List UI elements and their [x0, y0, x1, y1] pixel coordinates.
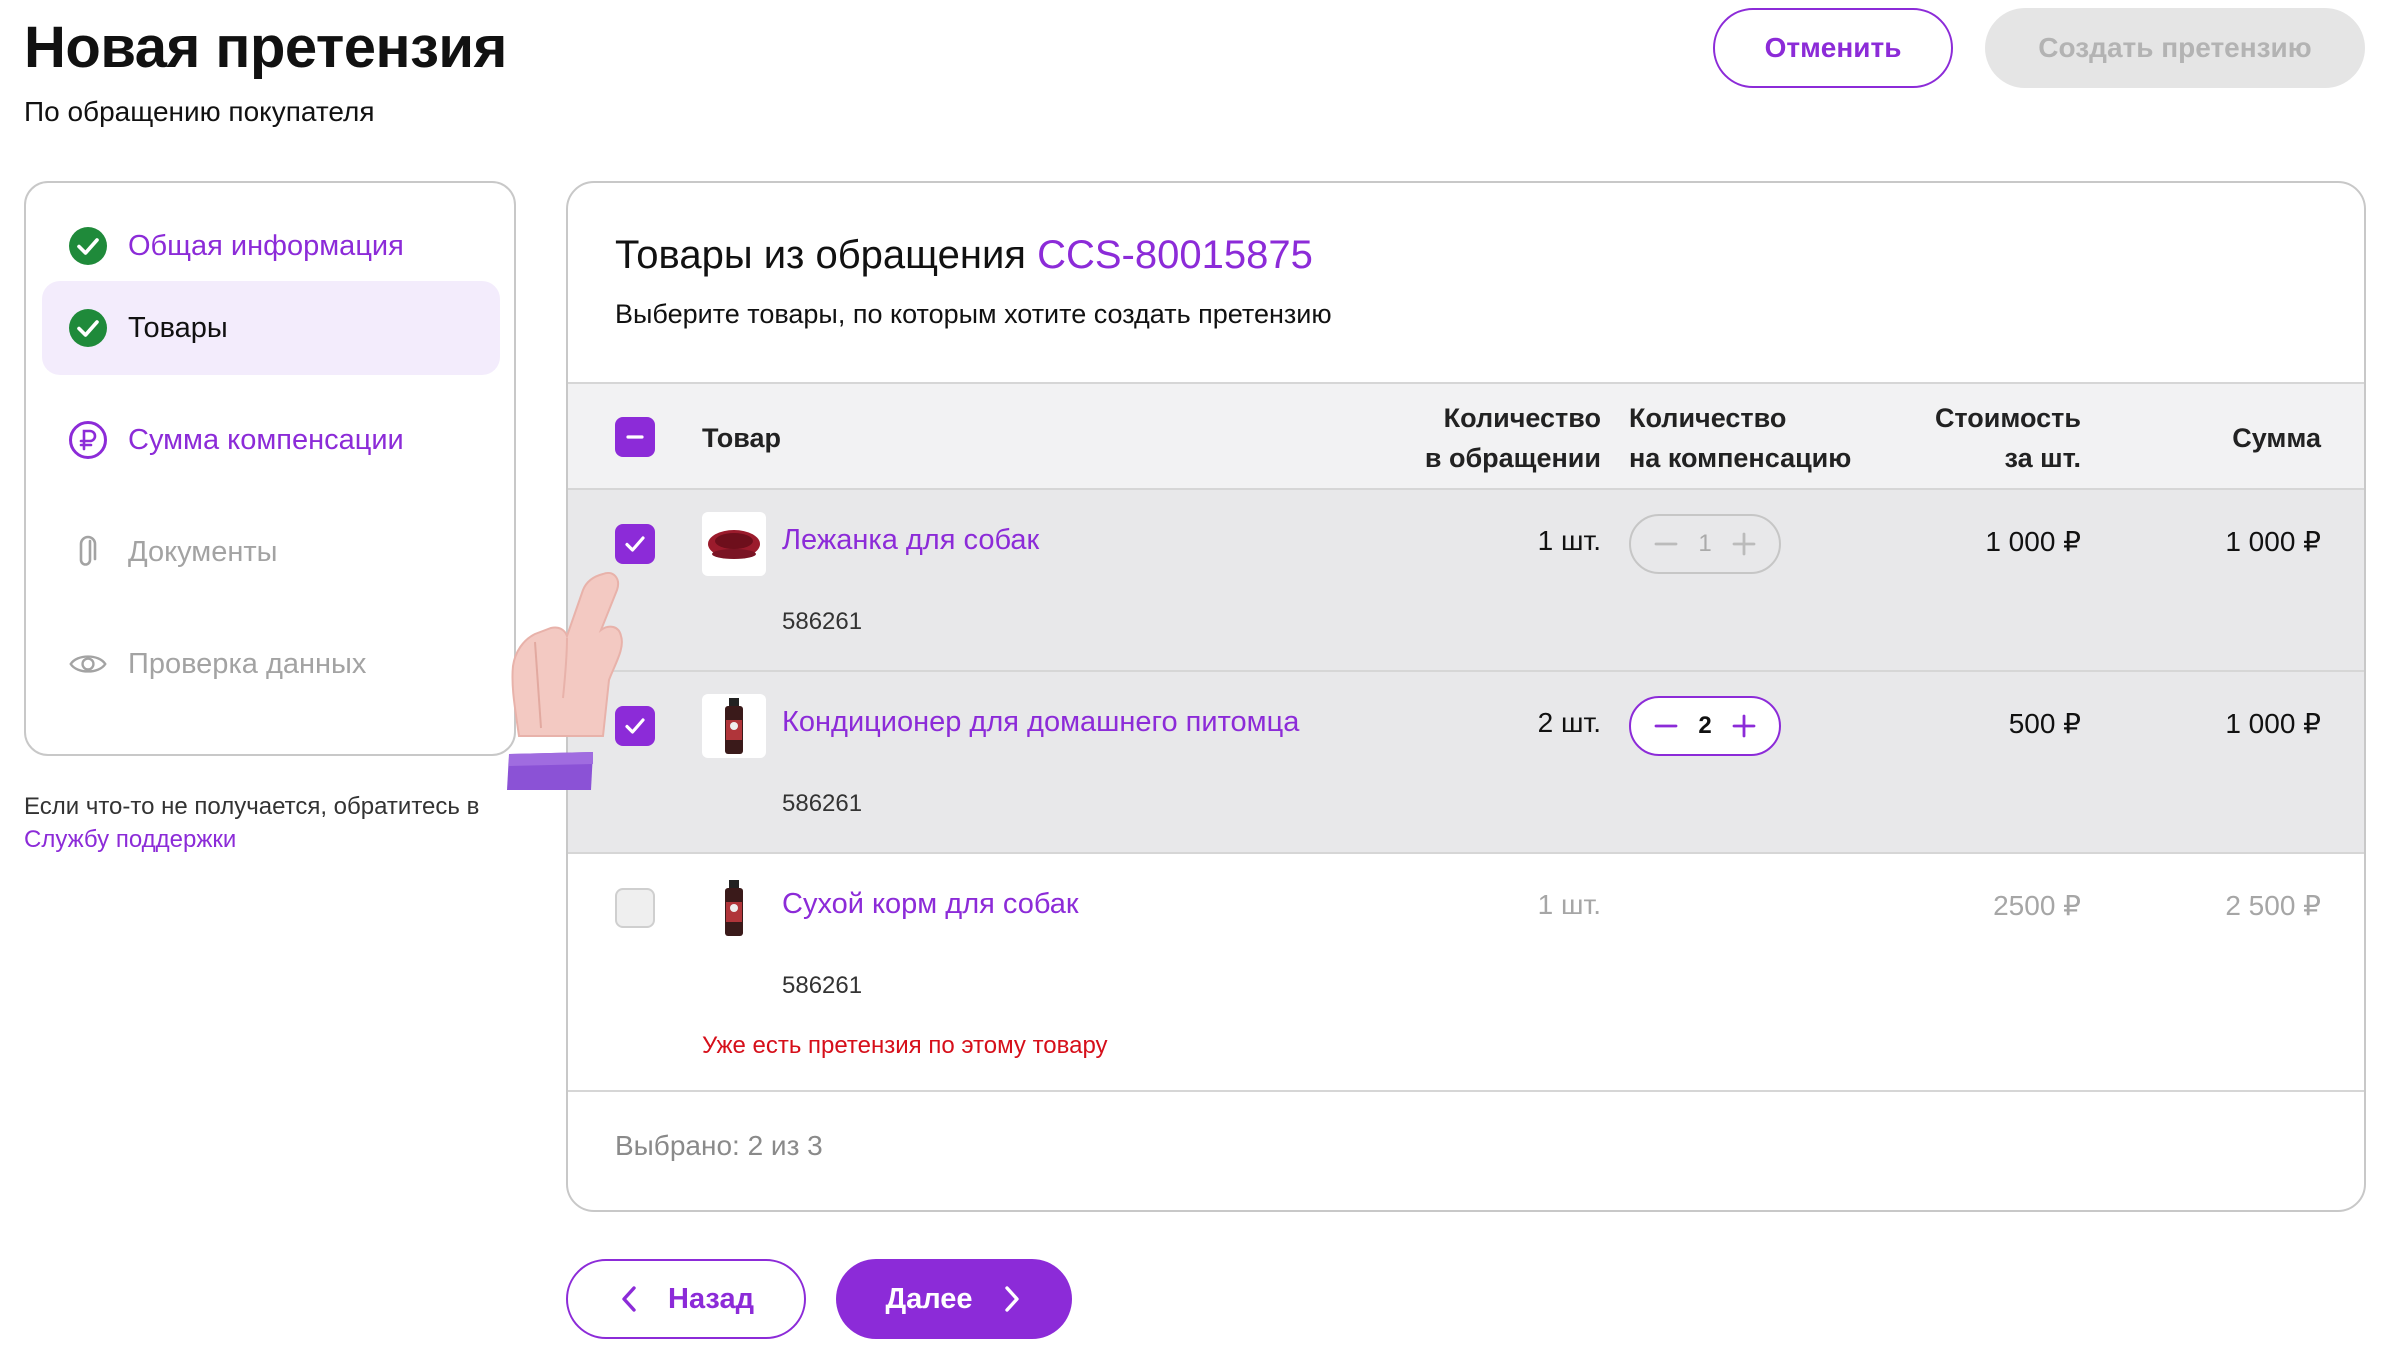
row-checkbox[interactable] [615, 706, 655, 746]
cancel-button[interactable]: Отменить [1713, 8, 1953, 88]
unit-price: 1 000 ₽ [1985, 526, 2081, 557]
step-documents: Документы [42, 505, 500, 599]
minus-icon [626, 435, 644, 439]
column-qty-request: Количество в обращении [1424, 403, 1601, 473]
row-sum: 1 000 ₽ [2225, 526, 2321, 557]
column-price: Стоимость за шт. [1934, 403, 2081, 473]
column-sum: Сумма [2232, 423, 2321, 453]
paperclip-icon [68, 532, 108, 572]
step-label: Общая информация [128, 229, 404, 262]
next-label: Далее [885, 1282, 973, 1315]
product-sku: 586261 [782, 608, 863, 635]
product-sku: 586261 [782, 972, 863, 999]
step-label: Проверка данных [128, 647, 367, 680]
check-circle-icon [68, 308, 108, 348]
ruble-circle-icon [68, 420, 108, 460]
check-icon [625, 536, 645, 552]
back-label: Назад [668, 1282, 754, 1315]
row-checkbox[interactable] [615, 524, 655, 564]
table-header: Товар Количество в обращении Количество … [568, 382, 2364, 490]
check-circle-icon [68, 226, 108, 266]
check-icon [625, 718, 645, 734]
select-all-checkbox[interactable] [615, 417, 655, 457]
selected-count: Выбрано: 2 из 3 [615, 1130, 823, 1161]
existing-claim-warning: Уже есть претензия по этому товару [702, 1032, 1108, 1059]
page-subtitle: По обращению покупателя [24, 96, 375, 127]
table-row: Лежанка для собак 586261 1 шт. 1 1 000 ₽… [568, 490, 2364, 672]
unit-price: 500 ₽ [2008, 708, 2081, 739]
stepper-value: 1 [1698, 530, 1712, 557]
product-sku: 586261 [782, 790, 863, 817]
step-compensation[interactable]: Сумма компенсации [42, 393, 500, 487]
stepper-value: 2 [1698, 712, 1712, 739]
table-row: Кондиционер для домашнего питомца 586261… [568, 672, 2364, 854]
row-sum: 1 000 ₽ [2225, 708, 2321, 739]
card-subtitle: Выберите товары, по которым хотите созда… [615, 299, 1332, 329]
support-link[interactable]: Службу поддержки [24, 826, 236, 853]
minus-icon[interactable] [1653, 531, 1679, 557]
step-label: Сумма компенсации [128, 423, 404, 456]
product-image [702, 512, 766, 576]
product-image [702, 694, 766, 758]
products-card: Товары из обращения CCS-80015875 Выберит… [566, 181, 2366, 1212]
step-products[interactable]: Товары [42, 281, 500, 375]
support-note: Если что-то не получается, обратитесь в … [24, 790, 524, 856]
qty-in-request: 2 шт. [1537, 707, 1601, 738]
chevron-right-icon [1004, 1286, 1019, 1312]
product-name-link[interactable]: Лежанка для собак [782, 524, 1039, 557]
request-reference-link[interactable]: CCS-80015875 [1037, 233, 1313, 277]
page-title: Новая претензия [24, 15, 507, 80]
plus-icon[interactable] [1731, 531, 1757, 557]
step-label: Товары [128, 311, 228, 344]
chevron-left-icon [622, 1286, 636, 1312]
column-product: Товар [702, 423, 782, 453]
back-button[interactable]: Назад [566, 1259, 806, 1339]
qty-in-request: 1 шт. [1537, 525, 1601, 556]
unit-price: 2500 ₽ [1993, 890, 2081, 921]
quantity-stepper[interactable]: 2 [1629, 696, 1781, 756]
support-text: Если что-то не получается, обратитесь в [24, 793, 480, 820]
plus-icon[interactable] [1731, 713, 1757, 739]
column-qty-compensation: Количество на компенсацию [1629, 403, 1852, 473]
step-general-info[interactable]: Общая информация [42, 199, 500, 293]
table-row: Сухой корм для собак 586261 Уже есть пре… [568, 854, 2364, 1092]
minus-icon[interactable] [1653, 713, 1679, 739]
product-image [702, 876, 766, 940]
step-review: Проверка данных [42, 617, 500, 711]
product-name-link[interactable]: Сухой корм для собак [782, 888, 1079, 921]
steps-panel: Общая информация Товары Сумма компенсаци… [24, 181, 516, 756]
eye-icon [68, 644, 108, 684]
card-title: Товары из обращения CCS-80015875 [615, 233, 1313, 278]
quantity-stepper[interactable]: 1 [1629, 514, 1781, 574]
row-checkbox[interactable] [615, 888, 655, 928]
row-sum: 2 500 ₽ [2225, 890, 2321, 921]
qty-in-request: 1 шт. [1537, 889, 1601, 920]
next-button[interactable]: Далее [836, 1259, 1072, 1339]
create-claim-button[interactable]: Создать претензию [1985, 8, 2365, 88]
step-label: Документы [128, 535, 278, 568]
product-name-link[interactable]: Кондиционер для домашнего питомца [782, 706, 1299, 739]
card-title-text: Товары из обращения [615, 233, 1026, 277]
